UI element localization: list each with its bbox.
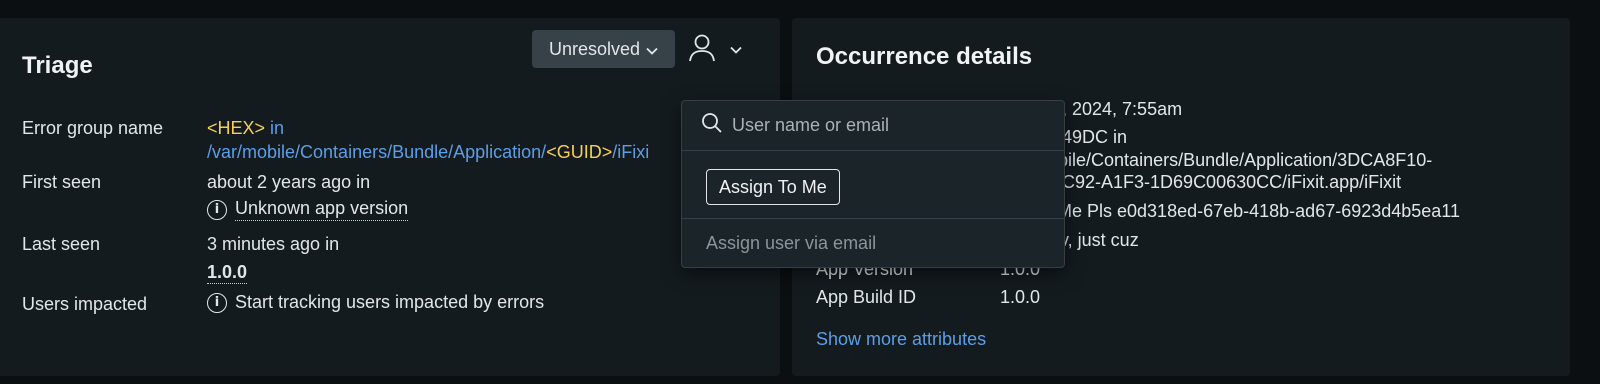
occurrence-partial-line: obile/Containers/Bundle/Application/3DCA… — [1048, 150, 1433, 170]
attribute-value: 1.0.0 — [1000, 287, 1041, 307]
status-label: Unresolved — [548, 38, 641, 59]
error-group-line-2[interactable]: /var/mobile/Containers/Bundle/Applicatio… — [207, 142, 649, 163]
error-group-in: in — [265, 118, 285, 138]
user-search-input[interactable] — [732, 115, 1052, 136]
last-seen-version[interactable]: 1.0.0 — [207, 262, 248, 284]
occurrence-partial-line: v, just cuz — [1060, 230, 1139, 250]
triage-panel — [0, 18, 780, 376]
users-impacted-label: Users impacted — [22, 294, 148, 314]
error-group-line-1: <HEX> in — [207, 118, 284, 139]
chevron-down-icon — [646, 39, 658, 60]
hex-tag: <HEX> — [207, 118, 266, 138]
info-icon: i — [207, 199, 227, 220]
guid-tag: <GUID> — [546, 142, 613, 162]
first-seen-version-row: i Unknown app version — [207, 198, 409, 221]
first-seen-version[interactable]: Unknown app version — [235, 198, 409, 221]
triage-title: Triage — [22, 52, 93, 79]
status-dropdown[interactable]: Unresolved — [532, 30, 675, 68]
user-search-box — [682, 101, 1064, 151]
chevron-down-icon — [730, 41, 742, 59]
occurrence-partial-line: , 2024, 7:55am — [1062, 99, 1183, 119]
search-icon — [700, 111, 724, 140]
users-impacted-row: i Start tracking users impacted by error… — [207, 292, 544, 313]
last-seen-value: 3 minutes ago in — [207, 234, 340, 254]
assign-user-popover: Assign To Me Assign user via email — [681, 100, 1065, 268]
occurrence-partial-line: C92-A1F3-1D69C00630CC/iFixit.app/iFixit — [1062, 172, 1402, 192]
attribute-key: App Build ID — [816, 287, 917, 307]
assignee-button[interactable] — [688, 32, 756, 68]
error-group-path-prefix[interactable]: /var/mobile/Containers/Bundle/Applicatio… — [207, 142, 546, 162]
assign-via-email-option[interactable]: Assign user via email — [706, 233, 876, 254]
popover-divider — [682, 218, 1064, 219]
last-seen-version-row: 1.0.0 — [207, 262, 248, 284]
last-seen-label: Last seen — [22, 234, 101, 254]
show-more-attributes-link[interactable]: Show more attributes — [816, 329, 986, 350]
info-icon: i — [207, 292, 227, 313]
occurrence-partial-line: Me Pls e0d318ed-67eb-418b-ad67-6923d4b5e… — [1057, 201, 1460, 221]
first-seen-label: First seen — [22, 172, 102, 192]
occurrence-title: Occurrence details — [816, 43, 1033, 70]
assign-to-me-button[interactable]: Assign To Me — [706, 169, 840, 205]
users-impacted-value: Start tracking users impacted by errors — [235, 292, 545, 312]
error-group-path-suffix[interactable]: /iFixi — [612, 142, 649, 162]
error-group-label: Error group name — [22, 118, 164, 138]
user-icon — [688, 33, 716, 68]
first-seen-value: about 2 years ago in — [207, 172, 371, 192]
